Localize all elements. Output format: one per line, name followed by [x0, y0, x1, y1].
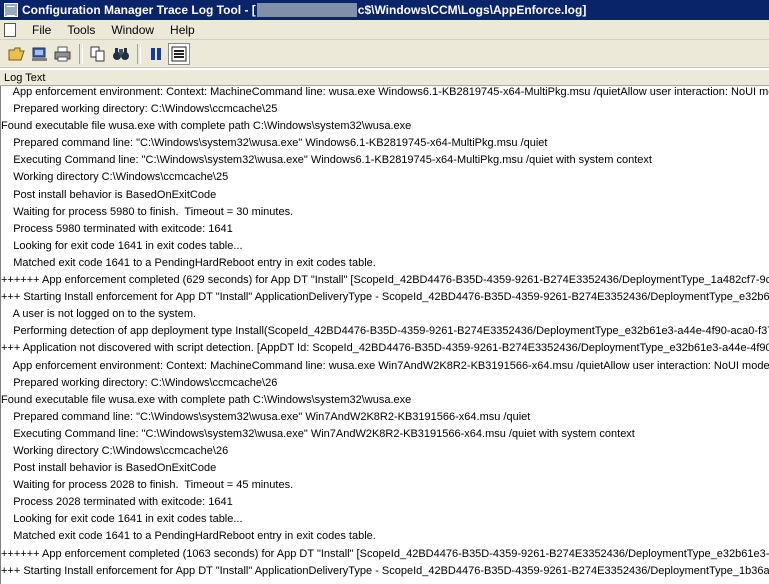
- find-icon[interactable]: [110, 43, 132, 65]
- log-line[interactable]: +++ Application not discovered with scri…: [1, 342, 769, 359]
- log-line[interactable]: Executing Command line: "C:\Windows\syst…: [1, 154, 769, 171]
- highlight-icon[interactable]: [168, 42, 190, 65]
- document-icon[interactable]: [4, 22, 16, 37]
- log-line[interactable]: Found executable file wusa.exe with comp…: [1, 120, 769, 137]
- log-line[interactable]: Working directory C:\Windows\ccmcache\26: [1, 445, 769, 462]
- log-line[interactable]: Process 2028 terminated with exitcode: 1…: [1, 496, 769, 513]
- pause-icon[interactable]: [145, 43, 167, 65]
- window-title-suffix: c$\Windows\CCM\Logs\AppEnforce.log]: [357, 3, 587, 17]
- log-line[interactable]: Process 5980 terminated with exitcode: 1…: [1, 223, 769, 240]
- log-line[interactable]: Performing detection of app deployment t…: [1, 325, 769, 342]
- log-line[interactable]: Looking for exit code 1641 in exit codes…: [1, 240, 769, 257]
- log-line[interactable]: Prepared working directory: C:\Windows\c…: [1, 377, 769, 394]
- redacted-server-name: [256, 3, 357, 17]
- app-icon: [4, 3, 18, 17]
- print-preview-icon[interactable]: [29, 43, 51, 65]
- log-line[interactable]: Found executable file wusa.exe with comp…: [1, 394, 769, 411]
- log-line[interactable]: Prepared command line: "C:\Windows\syste…: [1, 137, 769, 154]
- menu-bar: File Tools Window Help: [0, 20, 769, 40]
- toolbar-separator: [137, 43, 141, 64]
- toolbar-separator: [79, 43, 83, 64]
- menu-help[interactable]: Help: [162, 23, 203, 37]
- menu-file[interactable]: File: [24, 23, 59, 37]
- log-line[interactable]: Looking for exit code 1641 in exit codes…: [1, 513, 769, 530]
- log-line[interactable]: Matched exit code 1641 to a PendingHardR…: [1, 257, 769, 274]
- log-line[interactable]: Prepared command line: "C:\Windows\syste…: [1, 411, 769, 428]
- log-line[interactable]: App enforcement environment: Context: Ma…: [1, 360, 769, 377]
- log-line[interactable]: A user is not logged on to the system.: [1, 308, 769, 325]
- log-line[interactable]: +++ Starting Install enforcement for App…: [1, 291, 769, 308]
- print-icon[interactable]: [52, 43, 74, 65]
- log-list[interactable]: App enforcement environment: Context: Ma…: [0, 86, 769, 584]
- log-line[interactable]: Waiting for process 2028 to finish. Time…: [1, 479, 769, 496]
- open-icon[interactable]: [6, 43, 28, 65]
- log-line[interactable]: Waiting for process 5980 to finish. Time…: [1, 206, 769, 223]
- log-line[interactable]: Post install behavior is BasedOnExitCode: [1, 462, 769, 479]
- log-line[interactable]: App enforcement environment: Context: Ma…: [1, 86, 769, 103]
- log-line[interactable]: Matched exit code 1641 to a PendingHardR…: [1, 530, 769, 547]
- log-text-column-header[interactable]: Log Text: [0, 69, 769, 86]
- window-title-prefix: Configuration Manager Trace Log Tool - [: [22, 3, 256, 17]
- log-line[interactable]: +++ Starting Install enforcement for App…: [1, 565, 769, 582]
- log-line[interactable]: ++++++ App enforcement completed (1063 s…: [1, 548, 769, 565]
- log-line[interactable]: Working directory C:\Windows\ccmcache\25: [1, 171, 769, 188]
- log-line[interactable]: Executing Command line: "C:\Windows\syst…: [1, 428, 769, 445]
- title-bar: Configuration Manager Trace Log Tool - […: [0, 0, 769, 20]
- log-line[interactable]: Post install behavior is BasedOnExitCode: [1, 189, 769, 206]
- log-line[interactable]: Prepared working directory: C:\Windows\c…: [1, 103, 769, 120]
- toolbar: [0, 40, 769, 68]
- log-line[interactable]: ++++++ App enforcement completed (629 se…: [1, 274, 769, 291]
- copy-icon[interactable]: [87, 43, 109, 65]
- menu-window[interactable]: Window: [103, 23, 162, 37]
- menu-tools[interactable]: Tools: [59, 23, 103, 37]
